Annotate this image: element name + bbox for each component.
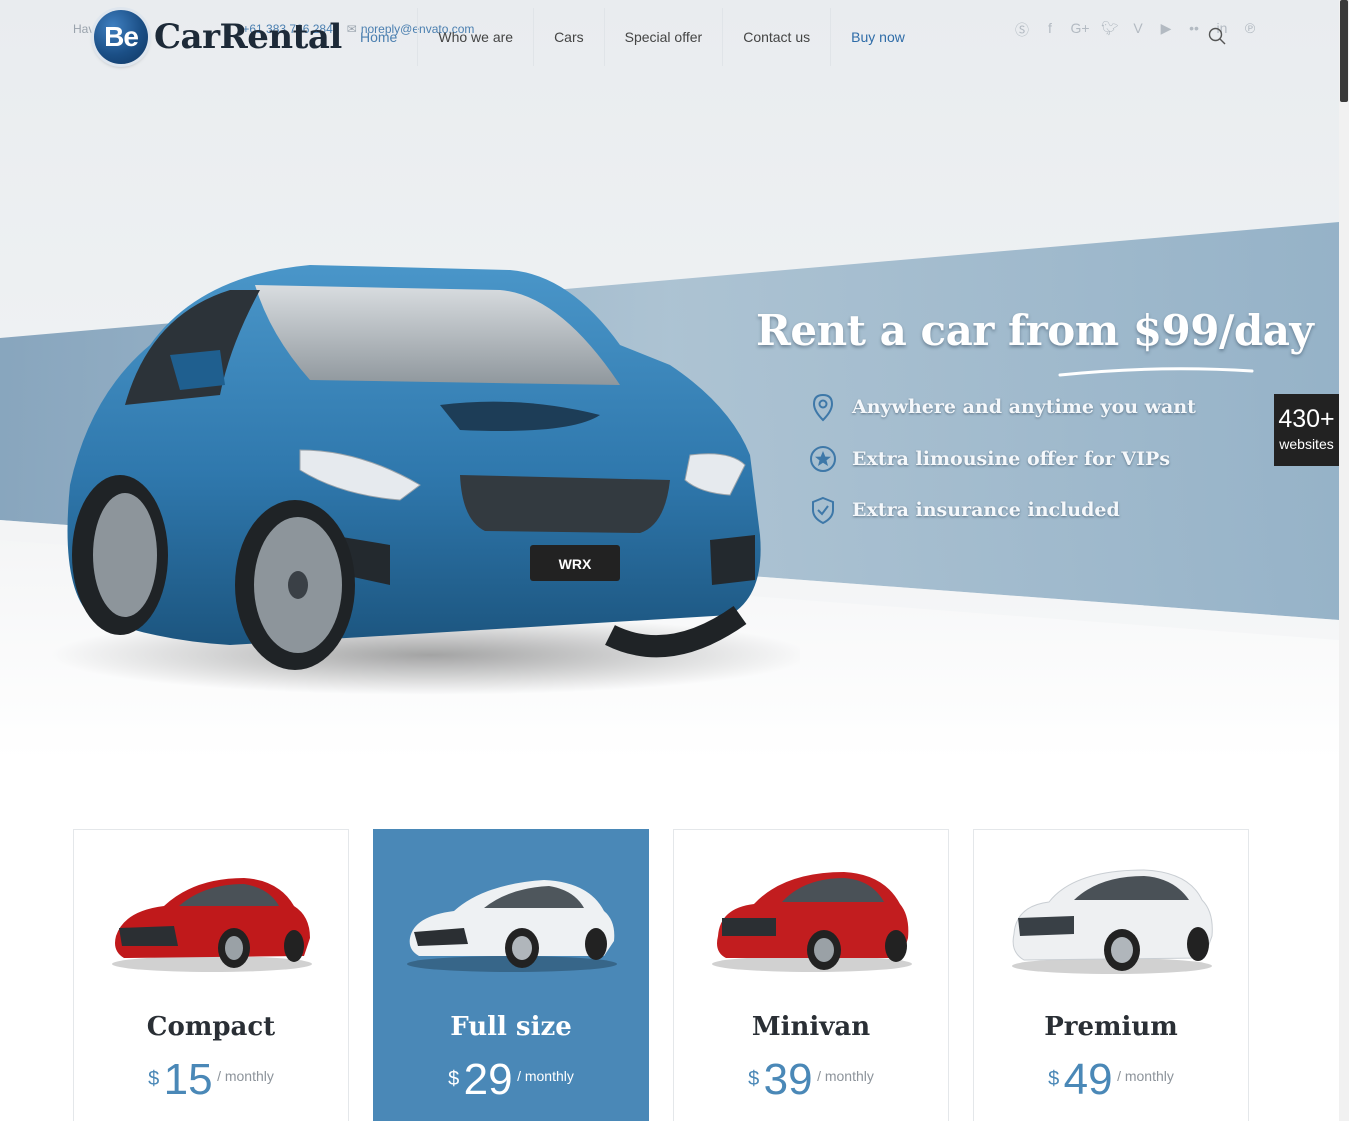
hero-section: Hav +61 383 766 284 ✉ noreply@envato.com … [0,0,1339,760]
main-nav: Home Who we are Cars Special offer Conta… [340,8,925,66]
topbar-prefix: Hav [73,22,95,36]
price-period: / monthly [517,1068,574,1084]
car-plate: WRX [559,556,592,572]
price-amount: 15 [163,1055,213,1104]
star-circle-icon [810,446,836,472]
nav-buy-now[interactable]: Buy now [831,8,925,66]
search-icon[interactable] [1208,27,1226,45]
full-size-car-image [407,880,617,972]
price-period: / monthly [817,1068,874,1084]
price-amount: 29 [463,1055,513,1104]
feature-text: Anywhere and anytime you want [852,396,1196,418]
twitter-icon[interactable]: 🐦︎ [1101,20,1119,40]
price-currency: $ [448,1068,460,1090]
site-logo[interactable]: Be CarRental [94,10,342,64]
price-amount: 49 [1063,1055,1113,1104]
hero-car-image: WRX [50,265,800,695]
pinterest-icon[interactable]: ℗ [1241,20,1259,40]
badge-label: websites [1279,436,1334,452]
price-period: / monthly [1117,1068,1174,1084]
pricing-card-minivan[interactable]: Minivan $ 39 / monthly [673,829,949,1121]
feature-insurance: Extra insurance included [808,495,1120,525]
badge-count: 430+ [1278,405,1335,433]
nav-home[interactable]: Home [340,8,419,66]
feature-text: Extra limousine offer for VIPs [852,448,1171,470]
compact-car-image [112,878,312,972]
skype-icon[interactable]: Ⓢ [1013,20,1031,40]
card-price: $ 39 / monthly [674,1058,948,1102]
pricing-card-premium[interactable]: Premium $ 49 / monthly [973,829,1249,1121]
logo-text: CarRental [154,17,342,57]
shield-check-icon [812,496,834,525]
nav-cars[interactable]: Cars [534,8,605,66]
card-price: $ 29 / monthly [374,1058,648,1102]
price-currency: $ [148,1068,160,1090]
price-currency: $ [1048,1068,1060,1090]
hero-title-underline [1058,367,1254,377]
scrollbar-thumb[interactable] [1340,0,1348,102]
pricing-cards: Compact $ 15 / monthly Full size $ 29 / … [73,829,1249,1121]
pricing-card-full-size[interactable]: Full size $ 29 / monthly [373,829,649,1121]
feature-anywhere: Anywhere and anytime you want [808,392,1196,422]
card-title: Compact [146,1012,276,1042]
feature-limousine: Extra limousine offer for VIPs [808,444,1170,474]
google-plus-icon[interactable]: G+ [1069,20,1091,40]
card-title: Minivan [751,1012,871,1042]
logo-badge: Be [94,10,148,64]
nav-special-offer[interactable]: Special offer [605,8,724,66]
location-pin-icon [812,393,834,422]
card-price: $ 49 / monthly [974,1058,1248,1102]
feature-text: Extra insurance included [852,499,1120,521]
card-price: $ 15 / monthly [74,1058,348,1102]
nav-who-we-are[interactable]: Who we are [418,8,535,66]
price-period: / monthly [217,1068,274,1084]
facebook-icon[interactable]: f [1041,20,1059,40]
minivan-car-image [712,872,912,972]
premium-car-image [1012,869,1213,974]
card-title: Premium [1044,1012,1178,1042]
page-scrollbar[interactable] [1339,0,1349,1121]
price-currency: $ [748,1068,760,1090]
youtube-icon[interactable]: ▶ [1157,20,1175,40]
hero-title: Rent a car from $99/day [756,306,1314,355]
websites-count-badge[interactable]: 430+ websites [1274,394,1339,466]
flickr-icon[interactable]: •• [1185,20,1203,40]
vimeo-icon[interactable]: V [1129,20,1147,40]
card-title: Full size [450,1012,572,1042]
nav-contact-us[interactable]: Contact us [723,8,832,66]
price-amount: 39 [763,1055,813,1104]
pricing-card-compact[interactable]: Compact $ 15 / monthly [73,829,349,1121]
